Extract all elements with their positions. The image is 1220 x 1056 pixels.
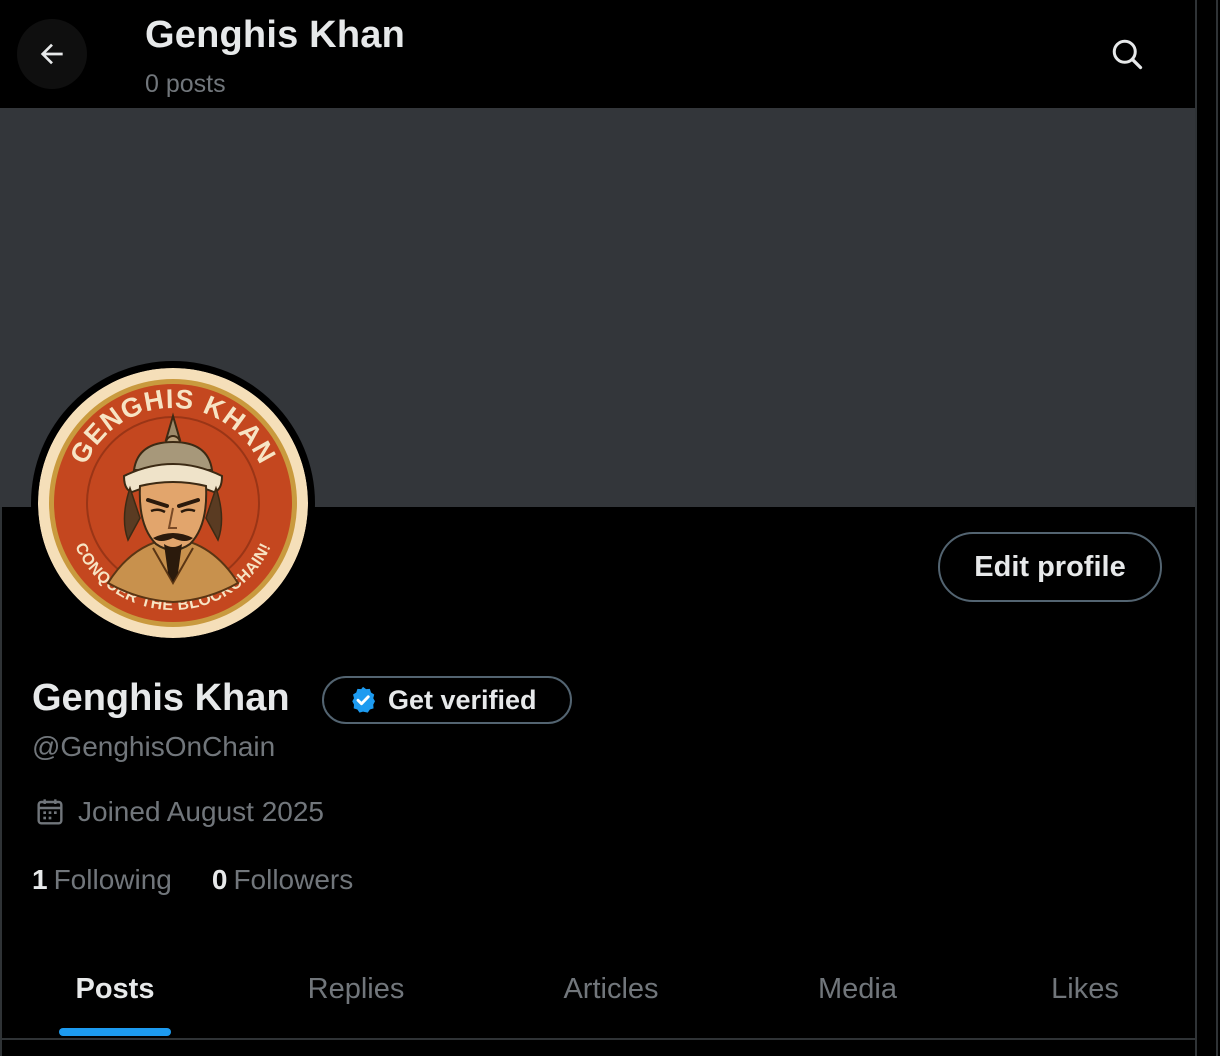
profile-tabs: Posts Replies Articles Media Likes [0, 940, 1195, 1038]
following-count: 1 [32, 864, 48, 895]
back-button[interactable] [17, 19, 87, 89]
avatar[interactable]: GENGHIS KHAN CONQUER THE BLOCKCHAIN! [38, 368, 308, 638]
follow-stats: 1 Following 0 Followers [32, 864, 353, 896]
tab-media[interactable]: Media [740, 940, 975, 1038]
scrollbar-track[interactable] [1216, 0, 1218, 1056]
joined-date: Joined August 2025 [34, 796, 324, 828]
search-icon [1112, 39, 1143, 70]
get-verified-button[interactable]: Get verified [322, 676, 572, 724]
post-count: 0 posts [145, 70, 226, 98]
avatar-container: GENGHIS KHAN CONQUER THE BLOCKCHAIN! [31, 361, 315, 645]
followers-count: 0 [211, 864, 228, 895]
tab-replies[interactable]: Replies [230, 940, 482, 1038]
verified-badge-icon [348, 685, 378, 715]
arrow-left-icon [40, 43, 63, 65]
tab-articles[interactable]: Articles [482, 940, 740, 1038]
display-name: Genghis Khan [32, 677, 290, 719]
followers-link[interactable]: 0 Followers [212, 864, 353, 896]
avatar-image: GENGHIS KHAN CONQUER THE BLOCKCHAIN! [38, 368, 308, 638]
tab-likes[interactable]: Likes [975, 940, 1195, 1038]
following-label: Following [53, 864, 172, 895]
active-tab-indicator [59, 1028, 171, 1036]
joined-label: Joined August 2025 [78, 796, 324, 827]
edit-profile-button[interactable]: Edit profile [938, 532, 1162, 602]
profile-handle: @GenghisOnChain [32, 731, 276, 762]
calendar-icon [34, 796, 66, 828]
header-title: Genghis Khan [145, 14, 405, 56]
following-link[interactable]: 1 Following [32, 864, 172, 896]
get-verified-label: Get verified [388, 684, 537, 715]
tab-posts[interactable]: Posts [0, 940, 230, 1038]
tabs-divider [0, 1038, 1195, 1040]
followers-label: Followers [233, 864, 354, 895]
profile-header: Genghis Khan 0 posts [0, 0, 1195, 108]
search-button[interactable] [1094, 21, 1160, 87]
